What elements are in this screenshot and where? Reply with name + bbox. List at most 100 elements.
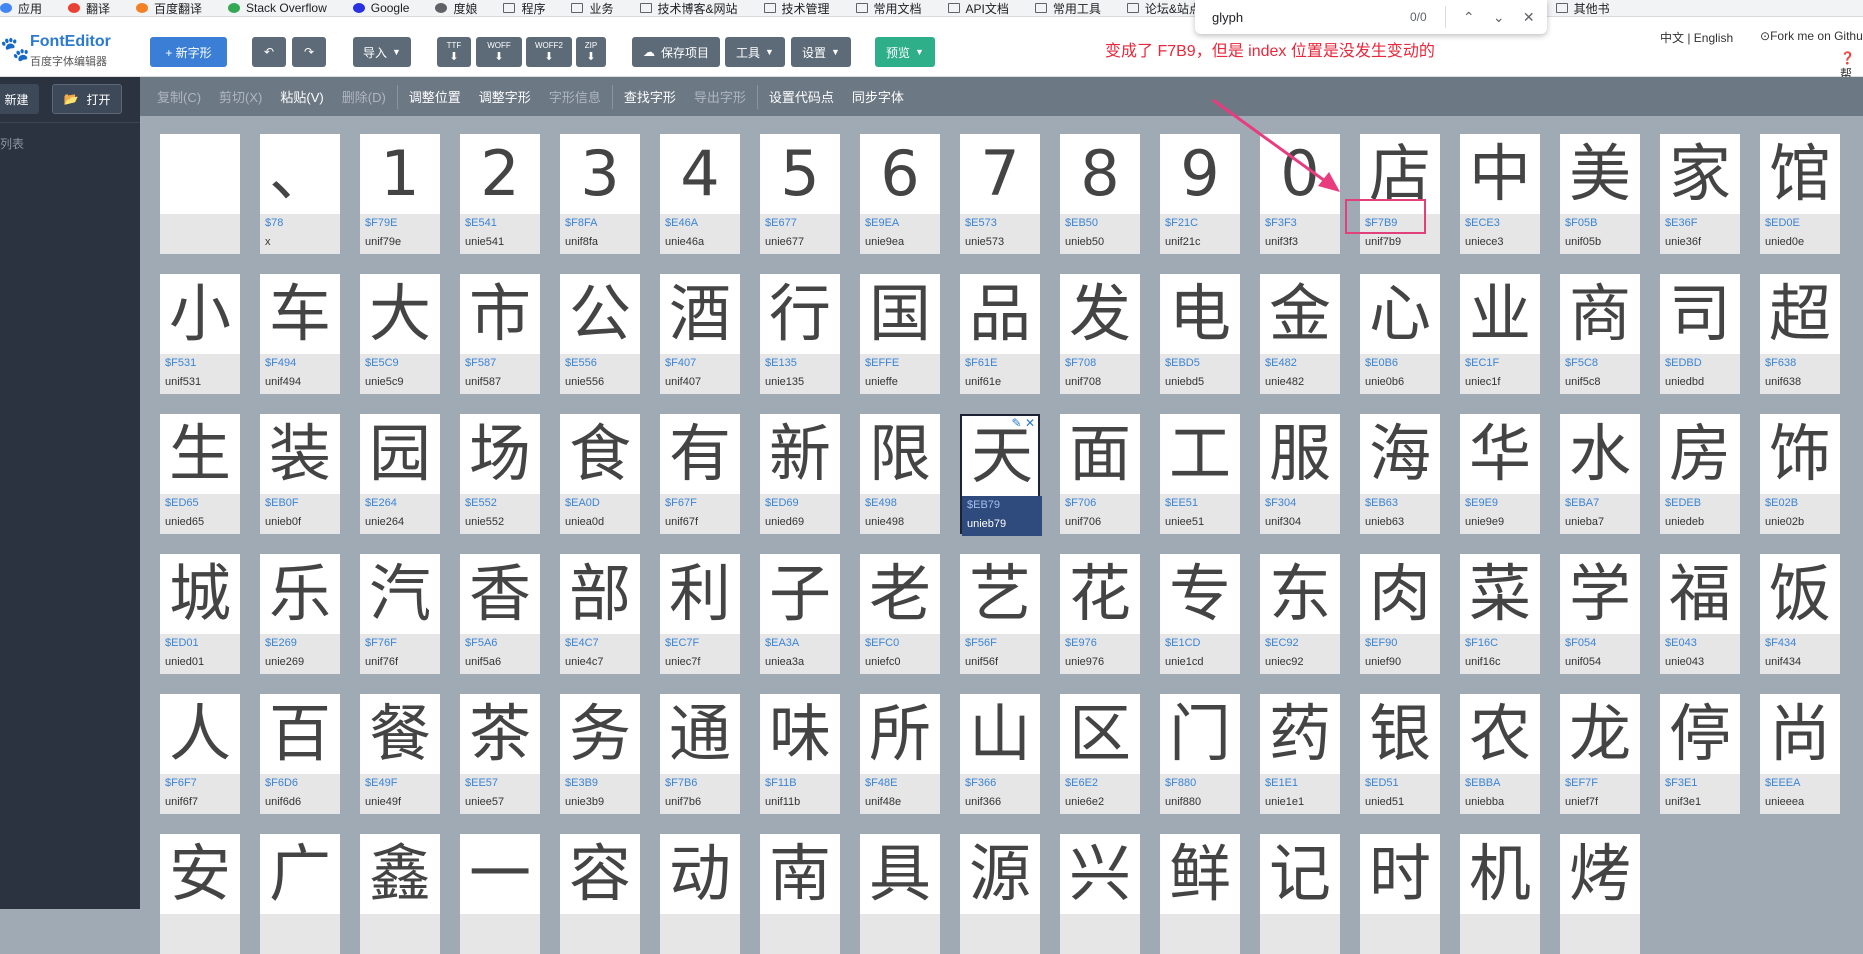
glyph-cell[interactable]: 区 $E6E2 unie6e2 (1060, 694, 1140, 814)
glyph-cell[interactable]: 食 $EA0D uniea0d (560, 414, 640, 534)
glyph-cell[interactable]: 门 $F880 unif880 (1160, 694, 1240, 814)
bookmark-item[interactable]: 业务 (571, 0, 614, 16)
glyph-cell[interactable]: 尚 $EEEA unieeea (1760, 694, 1840, 814)
glyph-cell[interactable]: 东 $EC92 uniec92 (1260, 554, 1340, 674)
glyph-cell[interactable]: 南 (760, 834, 840, 954)
bookmark-item[interactable]: 度娘 (435, 0, 477, 16)
export-woff-button[interactable]: WOFF ⬇ (476, 37, 522, 67)
glyph-cell[interactable]: 饭 $F434 unif434 (1760, 554, 1840, 674)
glyph-cell[interactable]: 小 $F531 unif531 (160, 274, 240, 394)
delete-icon[interactable]: ✕ (1025, 416, 1035, 430)
glyph-cell[interactable]: 人 $F6F7 unif6f7 (160, 694, 240, 814)
glyph-cell[interactable]: 饰 $E02B unie02b (1760, 414, 1840, 534)
bookmark-item[interactable]: 百度翻译 (136, 0, 202, 16)
glyph-cell[interactable]: 公 $E556 unie556 (560, 274, 640, 394)
toolbar-item[interactable]: 调整字形 (470, 87, 540, 106)
glyph-cell[interactable]: 电 $EBD5 uniebd5 (1160, 274, 1240, 394)
glyph-cell[interactable]: 百 $F6D6 unif6d6 (260, 694, 340, 814)
import-button[interactable]: 导入 ▼ (353, 37, 411, 67)
bookmark-item[interactable]: 程序 (503, 0, 545, 16)
glyph-cell[interactable]: 一 (460, 834, 540, 954)
glyph-cell[interactable]: 心 $E0B6 unie0b6 (1360, 274, 1440, 394)
glyph-cell[interactable]: 家 $E36F unie36f (1660, 134, 1740, 254)
glyph-cell[interactable]: 大 $E5C9 unie5c9 (360, 274, 440, 394)
glyph-cell[interactable]: 有 $F67F unif67f (660, 414, 740, 534)
app-logo[interactable]: 🐾 FontEditor 百度字体编辑器 (0, 31, 132, 71)
glyph-cell[interactable]: 山 $F366 unif366 (960, 694, 1040, 814)
glyph-cell[interactable]: 专 $E1CD unie1cd (1160, 554, 1240, 674)
glyph-cell[interactable] (160, 134, 240, 254)
glyph-cell[interactable]: 停 $F3E1 unif3e1 (1660, 694, 1740, 814)
fork-github-link[interactable]: ⊙Fork me on Github (1760, 29, 1863, 43)
glyph-cell[interactable]: 超 $F638 unif638 (1760, 274, 1840, 394)
glyph-cell[interactable]: 城 $ED01 unied01 (160, 554, 240, 674)
bookmark-item[interactable]: 常用工具 (1034, 0, 1101, 16)
glyph-cell[interactable]: 9 $F21C unif21c (1160, 134, 1240, 254)
toolbar-item[interactable]: 调整位置 (400, 87, 470, 106)
glyph-cell[interactable]: 海 $EB63 unieb63 (1360, 414, 1440, 534)
redo-button[interactable]: ↷ (292, 37, 326, 67)
glyph-cell[interactable]: 发 $F708 unif708 (1060, 274, 1140, 394)
open-project-button[interactable]: 📂 打开 (52, 84, 122, 114)
edit-icon[interactable]: ✎ (1012, 416, 1025, 430)
glyph-cell[interactable]: 记 (1260, 834, 1340, 954)
glyph-cell[interactable]: 艺 $F56F unif56f (960, 554, 1040, 674)
glyph-cell[interactable]: 水 $EBA7 unieba7 (1560, 414, 1640, 534)
glyph-cell[interactable]: 车 $F494 unif494 (260, 274, 340, 394)
glyph-cell[interactable]: 限 $E498 unie498 (860, 414, 940, 534)
bookmark-item[interactable]: 翻译 (68, 0, 110, 16)
tools-menu-button[interactable]: 工具 ▼ (725, 37, 785, 67)
language-switch[interactable]: 中文 | English (1660, 29, 1733, 46)
glyph-cell[interactable]: 安 (160, 834, 240, 954)
glyph-cell[interactable]: 子 $EA3A uniea3a (760, 554, 840, 674)
glyph-cell[interactable]: 中 $ECE3 uniece3 (1460, 134, 1540, 254)
glyph-cell[interactable]: 行 $E135 unie135 (760, 274, 840, 394)
glyph-cell[interactable]: 药 $E1E1 unie1e1 (1260, 694, 1340, 814)
preview-menu-button[interactable]: 预览 ▼ (875, 37, 935, 67)
glyph-cell[interactable]: 餐 $E49F unie49f (360, 694, 440, 814)
toolbar-item[interactable]: 查找字形 (615, 87, 685, 106)
bookmark-item[interactable]: 论坛&站点 (1126, 0, 1201, 16)
export-ttf-button[interactable]: TTF ⬇ (437, 37, 471, 67)
glyph-cell[interactable]: 3 $F8FA unif8fa (560, 134, 640, 254)
export-zip-button[interactable]: ZIP ⬇ (576, 37, 606, 67)
bookmark-item[interactable]: 技术管理 (763, 0, 830, 16)
glyph-cell[interactable]: 7 $E573 unie573 (960, 134, 1040, 254)
glyph-cell[interactable]: 广 (260, 834, 340, 954)
glyph-cell[interactable]: 5 $E677 unie677 (760, 134, 840, 254)
glyph-cell[interactable]: 源 (960, 834, 1040, 954)
glyph-cell[interactable]: 园 $E264 unie264 (360, 414, 440, 534)
glyph-cell[interactable]: 务 $E3B9 unie3b9 (560, 694, 640, 814)
find-next-button[interactable]: ⌄ (1484, 9, 1514, 26)
glyph-cell[interactable]: 味 $F11B unif11b (760, 694, 840, 814)
glyph-cell[interactable]: 兴 (1060, 834, 1140, 954)
bookmark-item[interactable]: 常用文档 (855, 0, 922, 16)
glyph-cell[interactable]: 肉 $EF90 unief90 (1360, 554, 1440, 674)
glyph-cell[interactable]: 2 $E541 unie541 (460, 134, 540, 254)
glyph-cell[interactable]: 时 (1360, 834, 1440, 954)
save-project-button[interactable]: ☁ 保存项目 (632, 37, 720, 67)
glyph-cell[interactable]: 场 $E552 unie552 (460, 414, 540, 534)
glyph-cell[interactable]: 花 $E976 unie976 (1060, 554, 1140, 674)
bookmark-item[interactable]: API文档 (947, 0, 1009, 16)
glyph-cell[interactable]: 天 $EB79 unieb79 ✎ ✕ (960, 414, 1042, 536)
glyph-cell[interactable]: 菜 $F16C unif16c (1460, 554, 1540, 674)
settings-menu-button[interactable]: 设置 ▼ (791, 37, 851, 67)
glyph-cell[interactable]: 8 $EB50 unieb50 (1060, 134, 1140, 254)
glyph-cell[interactable]: 国 $EFFE unieffe (860, 274, 940, 394)
glyph-cell[interactable]: 金 $E482 unie482 (1260, 274, 1340, 394)
bookmark-item[interactable]: Google (352, 1, 409, 15)
glyph-cell[interactable]: 店 $F7B9 unif7b9 (1360, 134, 1440, 254)
glyph-cell[interactable]: 香 $F5A6 unif5a6 (460, 554, 540, 674)
glyph-cell[interactable]: 、 $78 x (260, 134, 340, 254)
glyph-cell[interactable]: 面 $F706 unif706 (1060, 414, 1140, 534)
glyph-cell[interactable]: 部 $E4C7 unie4c7 (560, 554, 640, 674)
find-input[interactable]: glyph (1212, 10, 1372, 25)
glyph-cell[interactable]: 动 (660, 834, 740, 954)
glyph-cell[interactable]: 机 (1460, 834, 1540, 954)
toolbar-item[interactable]: 同步字体 (843, 87, 913, 106)
find-close-button[interactable]: ✕ (1514, 9, 1544, 26)
glyph-cell[interactable]: 鲜 (1160, 834, 1240, 954)
glyph-cell[interactable]: 烤 (1560, 834, 1640, 954)
glyph-cell[interactable]: 6 $E9EA unie9ea (860, 134, 940, 254)
